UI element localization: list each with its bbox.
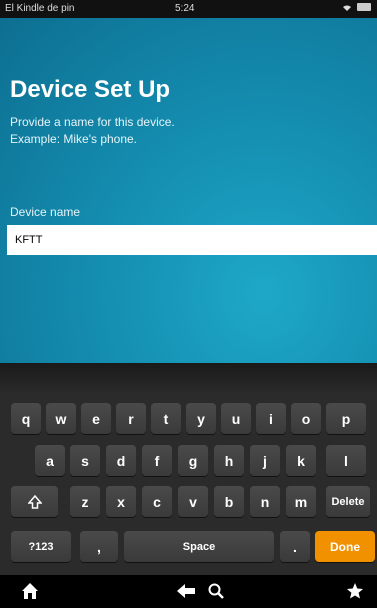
key-t[interactable]: t [151, 403, 181, 434]
key-q[interactable]: q [11, 403, 41, 434]
setup-description: Provide a name for this device. Example:… [10, 114, 175, 148]
key-l[interactable]: l [326, 445, 366, 476]
key-d[interactable]: d [106, 445, 136, 476]
key-n[interactable]: n [250, 486, 280, 517]
keyboard-top-bar [0, 363, 377, 393]
description-line-2: Example: Mike's phone. [10, 132, 138, 146]
key-e[interactable]: e [81, 403, 111, 434]
page-title: Device Set Up [10, 76, 171, 103]
shift-key[interactable] [11, 486, 58, 517]
wifi-icon [343, 5, 351, 11]
back-icon[interactable] [176, 581, 196, 601]
done-button[interactable]: Done [315, 531, 375, 562]
key-period[interactable]: . [280, 531, 310, 562]
onscreen-keyboard: q w e r t y u i o p a s d f g h j k l z … [0, 393, 377, 575]
key-x[interactable]: x [106, 486, 136, 517]
space-key[interactable]: Space [124, 531, 274, 562]
key-m[interactable]: m [286, 486, 316, 517]
symbols-key[interactable]: ?123 [11, 531, 71, 562]
bottom-navigation-bar [0, 575, 377, 608]
key-p[interactable]: p [326, 403, 366, 434]
key-a[interactable]: a [35, 445, 65, 476]
key-j[interactable]: j [250, 445, 280, 476]
key-u[interactable]: u [221, 403, 251, 434]
shift-icon [27, 494, 42, 509]
key-i[interactable]: i [256, 403, 286, 434]
battery-icon [357, 3, 371, 11]
key-v[interactable]: v [178, 486, 208, 517]
key-o[interactable]: o [291, 403, 321, 434]
home-icon[interactable] [20, 581, 40, 601]
key-comma[interactable]: , [80, 531, 118, 562]
clock: 5:24 [175, 3, 195, 14]
key-s[interactable]: s [70, 445, 100, 476]
key-z[interactable]: z [70, 486, 100, 517]
key-f[interactable]: f [142, 445, 172, 476]
key-y[interactable]: y [186, 403, 216, 434]
favorites-icon[interactable] [345, 581, 365, 601]
delete-key[interactable]: Delete [326, 486, 370, 517]
search-icon[interactable] [206, 581, 226, 601]
key-h[interactable]: h [214, 445, 244, 476]
status-bar: El Kindle de pin 5:24 [0, 0, 377, 18]
device-name-input[interactable] [7, 225, 377, 255]
key-k[interactable]: k [286, 445, 316, 476]
key-g[interactable]: g [178, 445, 208, 476]
key-b[interactable]: b [214, 486, 244, 517]
key-r[interactable]: r [116, 403, 146, 434]
status-icons [341, 2, 371, 12]
key-c[interactable]: c [142, 486, 172, 517]
key-w[interactable]: w [46, 403, 76, 434]
device-name-label: Device name [10, 205, 81, 219]
device-setup-panel: Device Set Up Provide a name for this de… [0, 18, 377, 363]
device-name: El Kindle de pin [5, 3, 75, 14]
description-line-1: Provide a name for this device. [10, 115, 175, 129]
